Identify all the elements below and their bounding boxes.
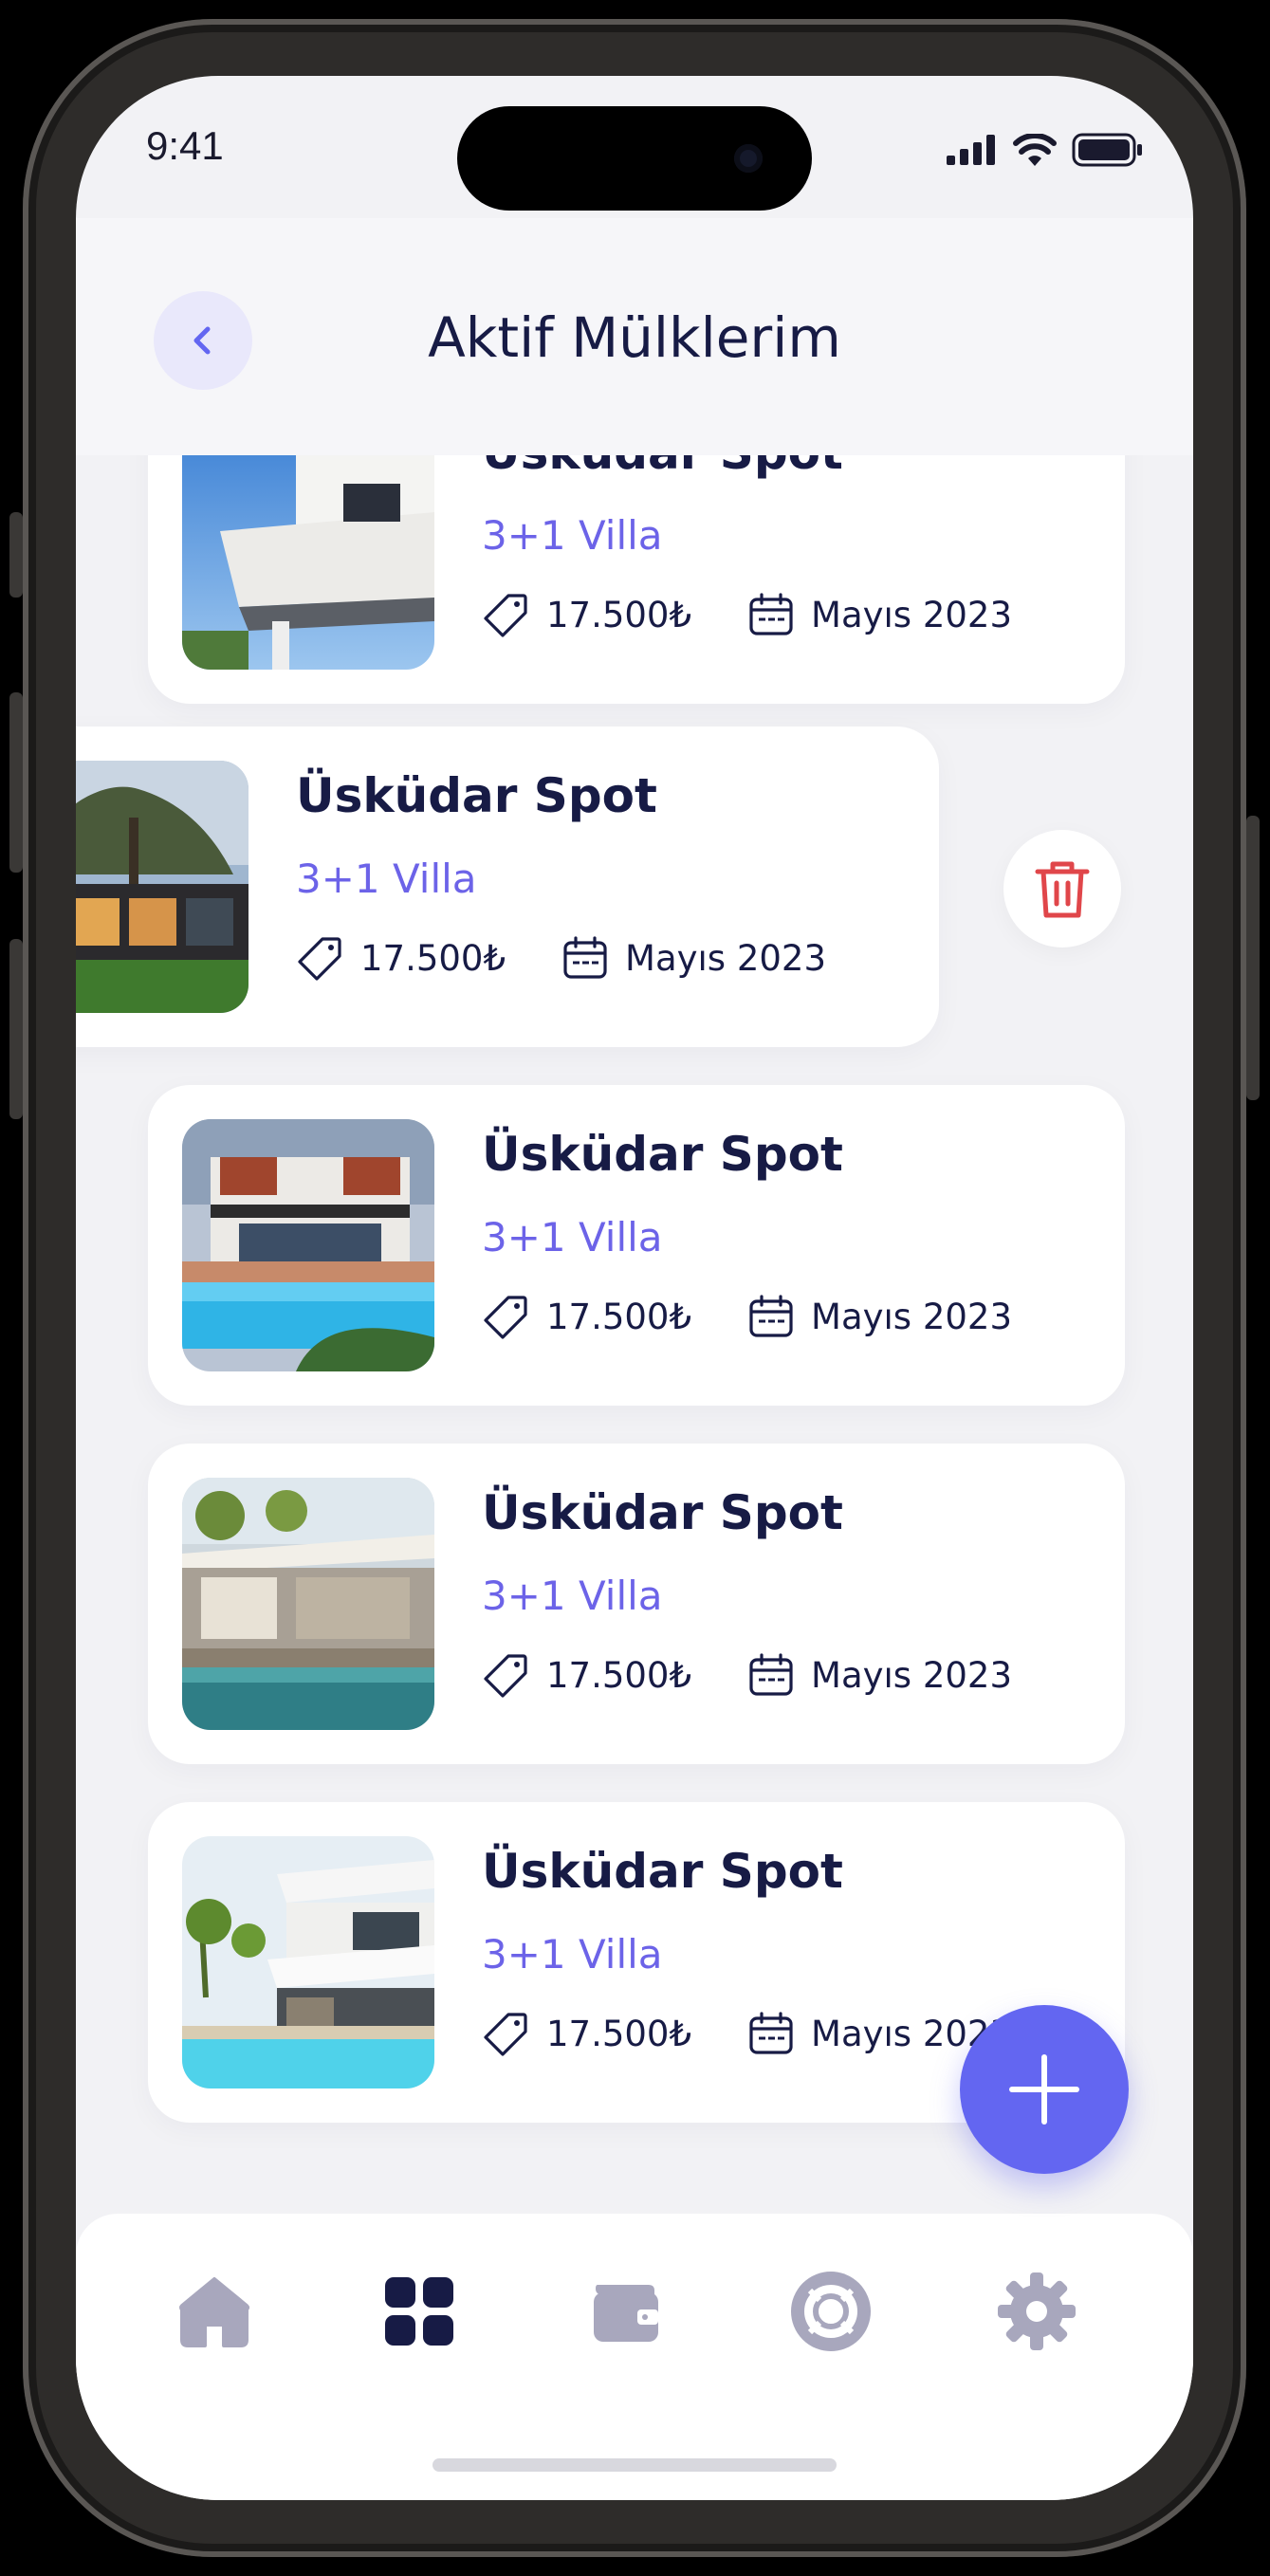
listing-price: 17.500₺: [546, 2013, 692, 2054]
wallet-icon: [594, 2285, 658, 2342]
property-image: [182, 1478, 434, 1730]
listing-type: 3+1 Villa: [296, 856, 477, 902]
lifebuoy-icon: [791, 2272, 871, 2351]
power-button: [1246, 816, 1260, 1100]
battery-icon: [1072, 133, 1142, 167]
bottom-tab-bar: [76, 2214, 1193, 2500]
price-tag-icon: [482, 2009, 531, 2058]
price-tag-icon: [482, 1292, 531, 1341]
dynamic-island: [457, 106, 812, 211]
calendar-icon: [746, 1650, 796, 1700]
price-tag-icon: [296, 933, 345, 983]
listing-meta: 17.500₺ Mayıs 2023: [296, 933, 826, 983]
volume-up-button: [9, 692, 23, 873]
wifi-icon: [1013, 134, 1057, 166]
gear-icon: [998, 2272, 1076, 2350]
tab-home[interactable]: [172, 2269, 257, 2354]
home-indicator: [433, 2458, 837, 2472]
listing-title: Üsküdar Spot: [482, 1127, 843, 1182]
listing-meta: 17.500₺ Mayıs 2023: [482, 590, 1012, 639]
delete-button[interactable]: [1003, 830, 1121, 948]
volume-down-button: [9, 939, 23, 1119]
add-listing-button[interactable]: [960, 2005, 1129, 2174]
status-time: 9:41: [146, 123, 224, 168]
listing-card[interactable]: Üsküdar Spot 3+1 Villa 17.500₺ Mayıs 202…: [148, 1085, 1125, 1406]
listing-card[interactable]: Üsküdar Spot 3+1 Villa 17.500₺ Mayıs 202…: [148, 1444, 1125, 1764]
status-bar: 9:41: [76, 76, 1193, 218]
listing-meta: 17.500₺ Mayıs 2023: [482, 1292, 1012, 1341]
price-tag-icon: [482, 590, 531, 639]
listing-card-swiped[interactable]: Üsküdar Spot 3+1 Villa 17.500₺ Mayıs 202…: [76, 727, 939, 1047]
listing-title: Üsküdar Spot: [482, 1485, 843, 1540]
status-icons: [947, 133, 1144, 167]
listing-date: Mayıs 2023: [811, 1654, 1012, 1696]
listing-type: 3+1 Villa: [482, 1214, 663, 1260]
grid-icon: [385, 2277, 453, 2346]
listing-price: 17.500₺: [546, 594, 692, 635]
property-image: [182, 1119, 434, 1371]
listing-price: 17.500₺: [360, 937, 506, 979]
app-screen: 9:41 Aktif Mülklerim 3+1 Villa 17.500₺ M…: [76, 76, 1193, 2500]
calendar-icon: [746, 2009, 796, 2058]
listing-date: Mayıs 2023: [625, 937, 826, 979]
front-camera: [734, 144, 763, 173]
cellular-signal-icon: [947, 135, 995, 165]
tab-support[interactable]: [788, 2269, 874, 2354]
calendar-icon: [746, 590, 796, 639]
listing-type: 3+1 Villa: [482, 1931, 663, 1978]
tab-wallet[interactable]: [583, 2269, 669, 2354]
property-image: [182, 1836, 434, 2088]
listing-type: 3+1 Villa: [482, 1573, 663, 1619]
tab-dashboard[interactable]: [377, 2269, 462, 2354]
plus-icon: [1009, 2054, 1079, 2125]
calendar-icon: [561, 933, 610, 983]
listing-meta: 17.500₺ Mayıs 2023: [482, 2009, 1012, 2058]
header: Aktif Mülklerim: [76, 218, 1193, 455]
listing-date: Mayıs 2023: [811, 1296, 1012, 1337]
price-tag-icon: [482, 1650, 531, 1700]
listing-date: Mayıs 2023: [811, 594, 1012, 635]
action-button: [9, 512, 23, 598]
tab-settings[interactable]: [994, 2269, 1079, 2354]
page-title: Aktif Mülklerim: [428, 305, 841, 370]
listing-price: 17.500₺: [546, 1296, 692, 1337]
listing-price: 17.500₺: [546, 1654, 692, 1696]
calendar-icon: [746, 1292, 796, 1341]
property-image: [76, 761, 248, 1013]
trash-icon: [1035, 861, 1090, 918]
listing-type: 3+1 Villa: [482, 512, 663, 559]
listing-title: Üsküdar Spot: [482, 1844, 843, 1899]
listing-meta: 17.500₺ Mayıs 2023: [482, 1650, 1012, 1700]
home-icon: [179, 2277, 249, 2347]
listing-title: Üsküdar Spot: [296, 768, 657, 823]
